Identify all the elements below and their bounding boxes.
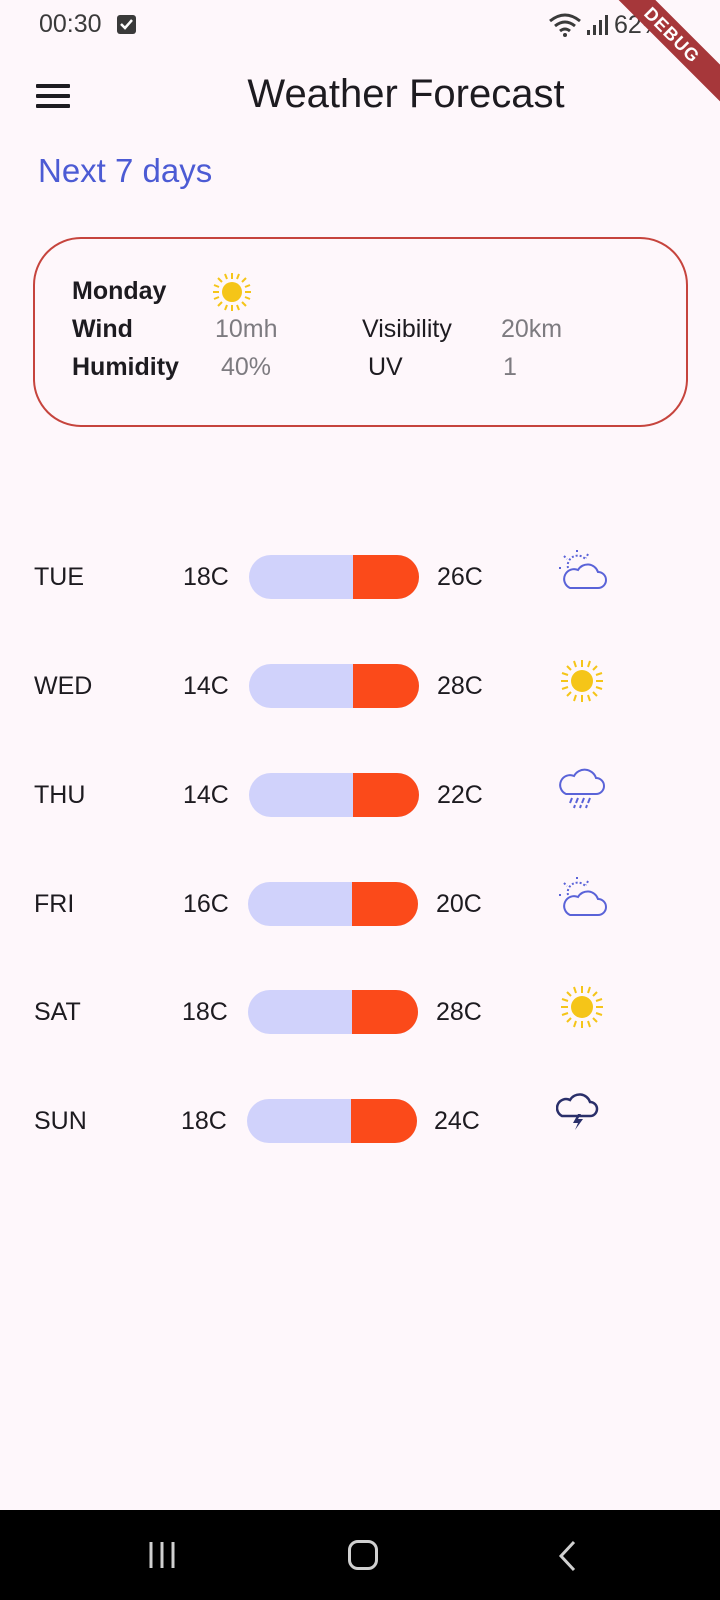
forecast-row-wed: WED 14C 28C bbox=[0, 657, 720, 717]
wind-value: 10mh bbox=[215, 315, 278, 343]
temperature-range-fill bbox=[352, 555, 419, 599]
sun-icon bbox=[213, 273, 251, 311]
forecast-row-thu: THU 14C 22C bbox=[0, 766, 720, 826]
forecast-low: 18C bbox=[183, 563, 229, 591]
forecast-high: 20C bbox=[436, 890, 482, 918]
recent-apps-icon[interactable] bbox=[148, 1540, 178, 1570]
forecast-high: 26C bbox=[437, 563, 483, 591]
temperature-range-bar bbox=[248, 990, 418, 1034]
checkbox-notification-icon bbox=[117, 15, 136, 34]
forecast-day: SAT bbox=[34, 998, 81, 1026]
thunder-cloud-icon bbox=[555, 1092, 600, 1137]
visibility-value: 20km bbox=[501, 315, 563, 343]
uv-label: UV bbox=[368, 353, 403, 381]
temperature-range-fill bbox=[351, 882, 418, 926]
forecast-day: FRI bbox=[34, 890, 75, 918]
signal-icon bbox=[587, 15, 608, 35]
system-nav-bar bbox=[0, 1510, 720, 1600]
partly-cloudy-icon bbox=[558, 875, 608, 926]
forecast-day: THU bbox=[34, 781, 86, 809]
forecast-high: 28C bbox=[436, 998, 482, 1026]
forecast-low: 18C bbox=[182, 998, 228, 1026]
temperature-range-bar bbox=[249, 773, 419, 817]
partly-cloudy-icon bbox=[558, 548, 608, 599]
forecast-low: 14C bbox=[183, 781, 229, 809]
temperature-range-fill bbox=[352, 773, 419, 817]
temperature-range-fill bbox=[351, 990, 418, 1034]
sun-icon bbox=[558, 983, 606, 1036]
status-time: 00:30 bbox=[39, 10, 102, 38]
temperature-range-bar bbox=[247, 1099, 417, 1143]
forecast-day: SUN bbox=[34, 1107, 87, 1135]
temperature-range-bar bbox=[249, 555, 419, 599]
forecast-row-fri: FRI 16C 20C bbox=[0, 875, 720, 935]
uv-value: 1 bbox=[503, 353, 517, 381]
forecast-day: TUE bbox=[34, 563, 84, 591]
today-day: Monday bbox=[72, 277, 167, 305]
section-subtitle: Next 7 days bbox=[38, 152, 213, 189]
temperature-range-fill bbox=[350, 1099, 417, 1143]
sun-icon bbox=[558, 657, 606, 710]
forecast-low: 18C bbox=[181, 1107, 227, 1135]
page-title: Weather Forecast bbox=[247, 72, 565, 116]
wind-label: Wind bbox=[72, 315, 133, 343]
status-bar: 00:30 62% bbox=[0, 0, 720, 52]
temperature-range-bar bbox=[249, 664, 419, 708]
forecast-high: 24C bbox=[434, 1107, 480, 1135]
home-icon[interactable] bbox=[348, 1540, 378, 1570]
back-icon[interactable] bbox=[556, 1540, 580, 1572]
humidity-value: 40% bbox=[221, 353, 272, 381]
rain-cloud-icon bbox=[558, 766, 606, 817]
forecast-low: 14C bbox=[183, 672, 229, 700]
forecast-day: WED bbox=[34, 672, 93, 700]
forecast-low: 16C bbox=[183, 890, 229, 918]
forecast-row-sat: SAT 18C 28C bbox=[0, 983, 720, 1043]
temperature-range-fill bbox=[352, 664, 419, 708]
humidity-label: Humidity bbox=[72, 353, 179, 381]
today-card: Monday Wind 10mh Visibility 20km Humidit… bbox=[33, 237, 688, 427]
forecast-row-tue: TUE 18C 26C bbox=[0, 548, 720, 608]
wifi-icon bbox=[549, 13, 581, 37]
temperature-range-bar bbox=[248, 882, 418, 926]
visibility-label: Visibility bbox=[362, 315, 452, 343]
forecast-high: 28C bbox=[437, 672, 483, 700]
forecast-high: 22C bbox=[437, 781, 483, 809]
forecast-row-sun: SUN 18C 24C bbox=[0, 1092, 720, 1152]
